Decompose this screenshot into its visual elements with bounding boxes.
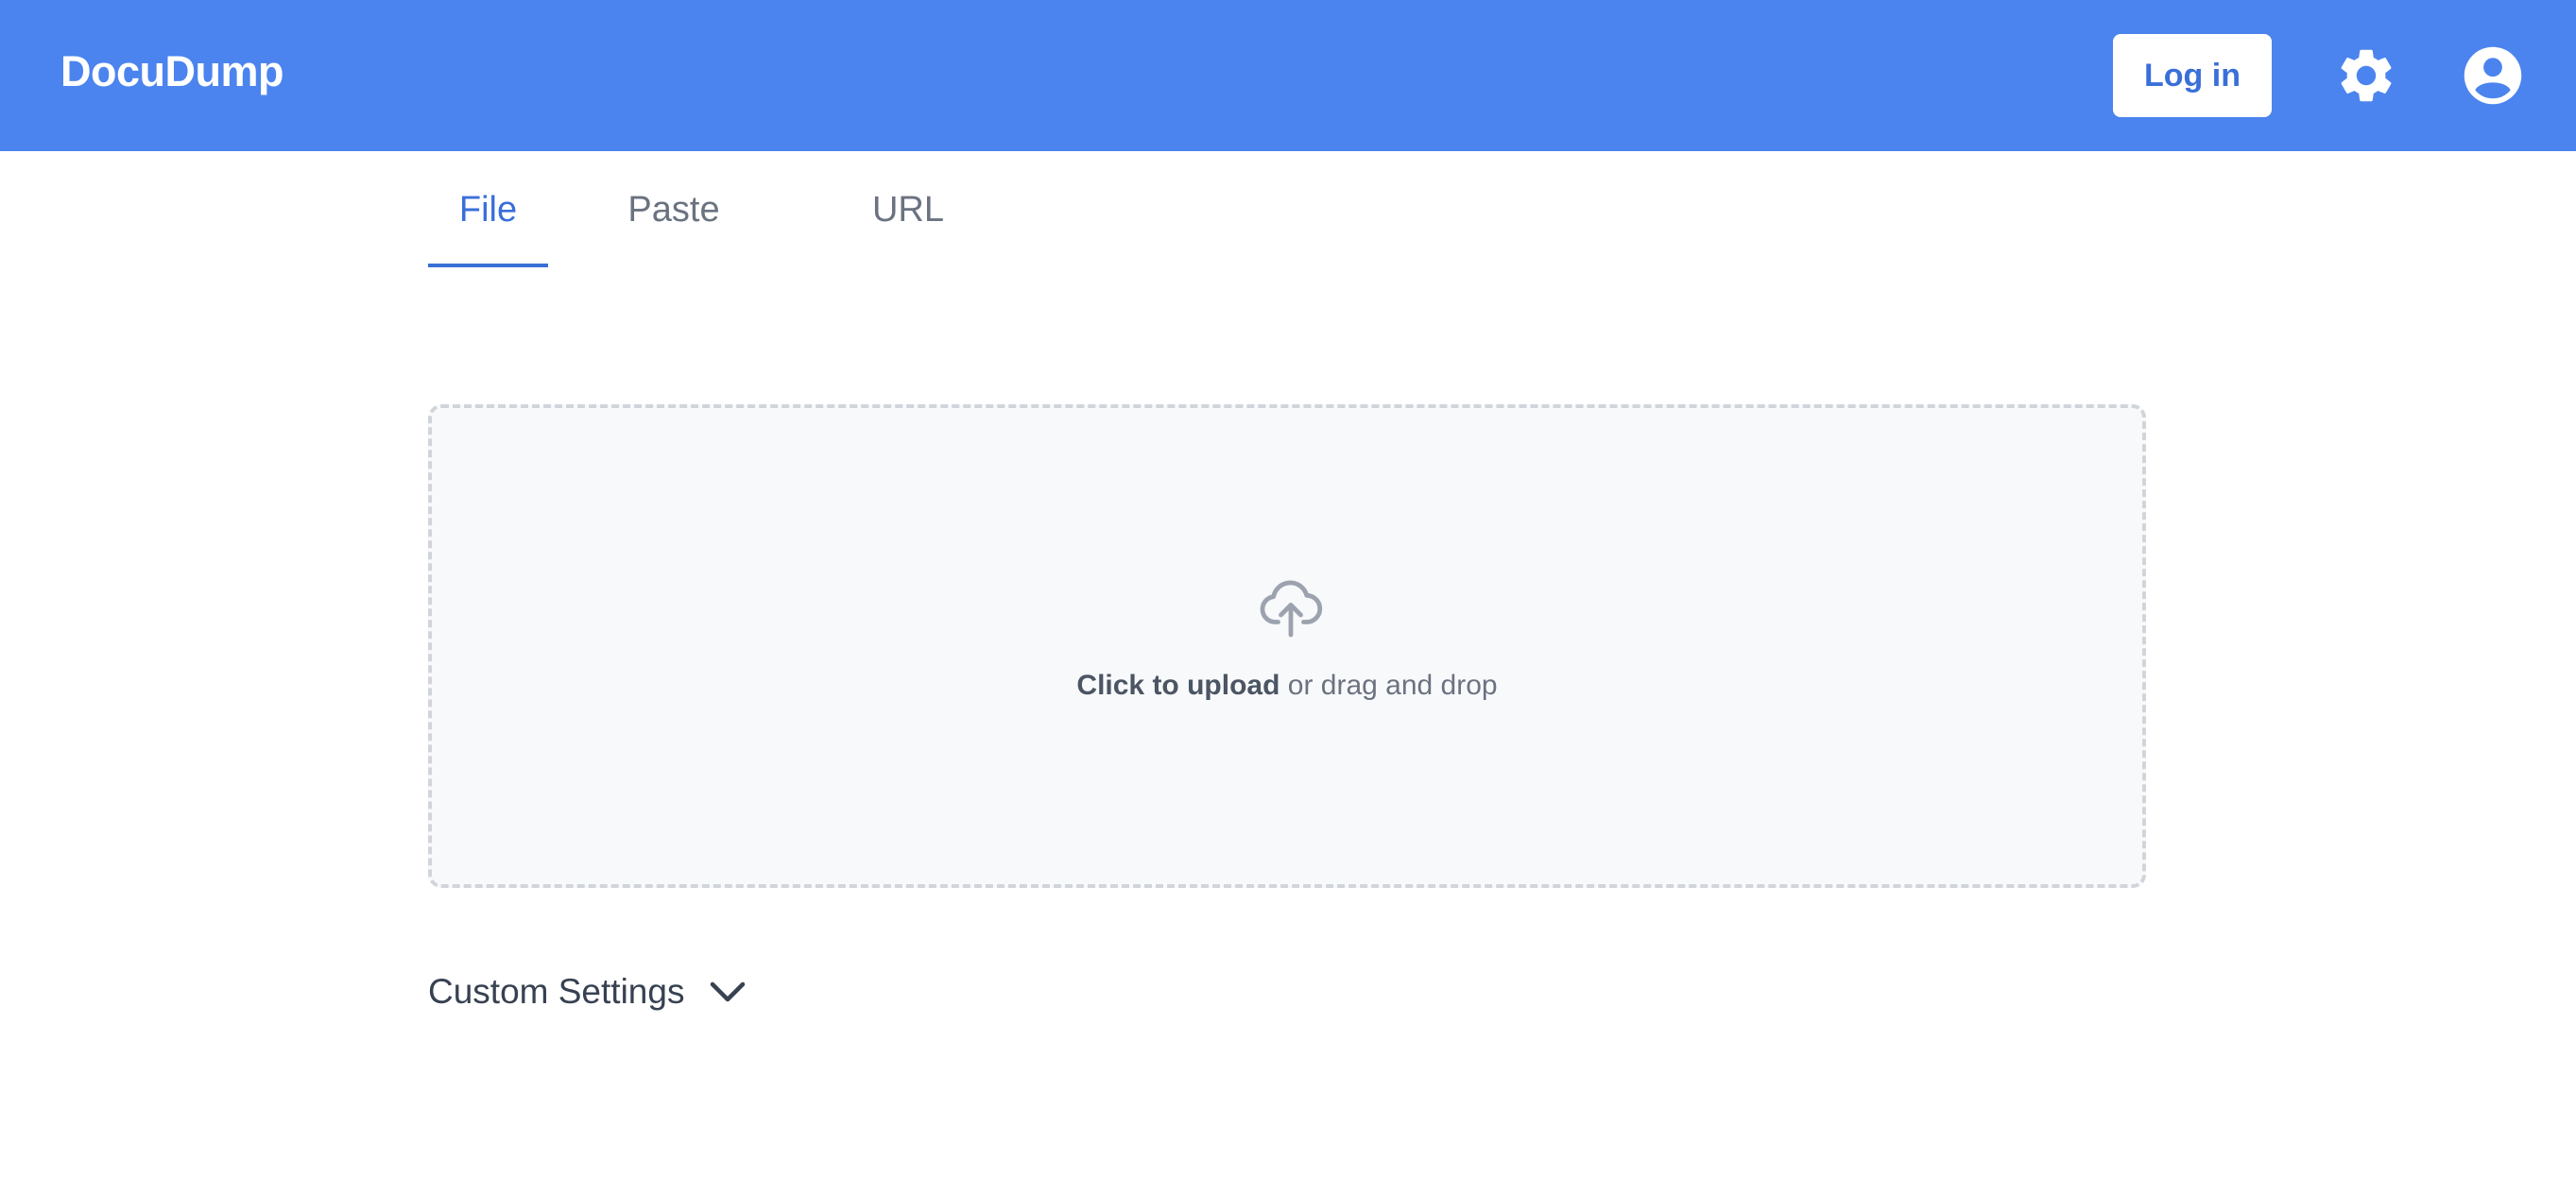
page: DocuDump Log in File Paste URL Click to … <box>0 0 2576 1177</box>
top-navbar: DocuDump Log in <box>0 0 2576 151</box>
tab-url[interactable]: URL <box>799 151 1017 269</box>
cloud-upload-icon <box>1260 580 1323 638</box>
user-circle-icon <box>2464 46 2522 105</box>
source-tabs: File Paste URL <box>428 151 1017 269</box>
custom-settings-toggle[interactable]: Custom Settings <box>428 965 747 1018</box>
app-brand[interactable]: DocuDump <box>60 47 284 96</box>
upload-instructions: Click to upload or drag and drop <box>432 670 2142 702</box>
settings-button[interactable] <box>2333 43 2399 109</box>
upload-secondary-text: or drag and drop <box>1279 670 1498 701</box>
profile-button[interactable] <box>2460 43 2526 109</box>
upload-primary-text: Click to upload <box>1076 670 1280 701</box>
file-upload-dropzone[interactable]: Click to upload or drag and drop <box>428 404 2146 888</box>
login-button[interactable]: Log in <box>2113 34 2272 117</box>
tab-file[interactable]: File <box>428 151 548 269</box>
chevron-down-icon <box>709 980 747 1004</box>
tab-paste[interactable]: Paste <box>548 151 799 269</box>
gear-icon <box>2341 49 2392 102</box>
custom-settings-label: Custom Settings <box>428 972 685 1011</box>
